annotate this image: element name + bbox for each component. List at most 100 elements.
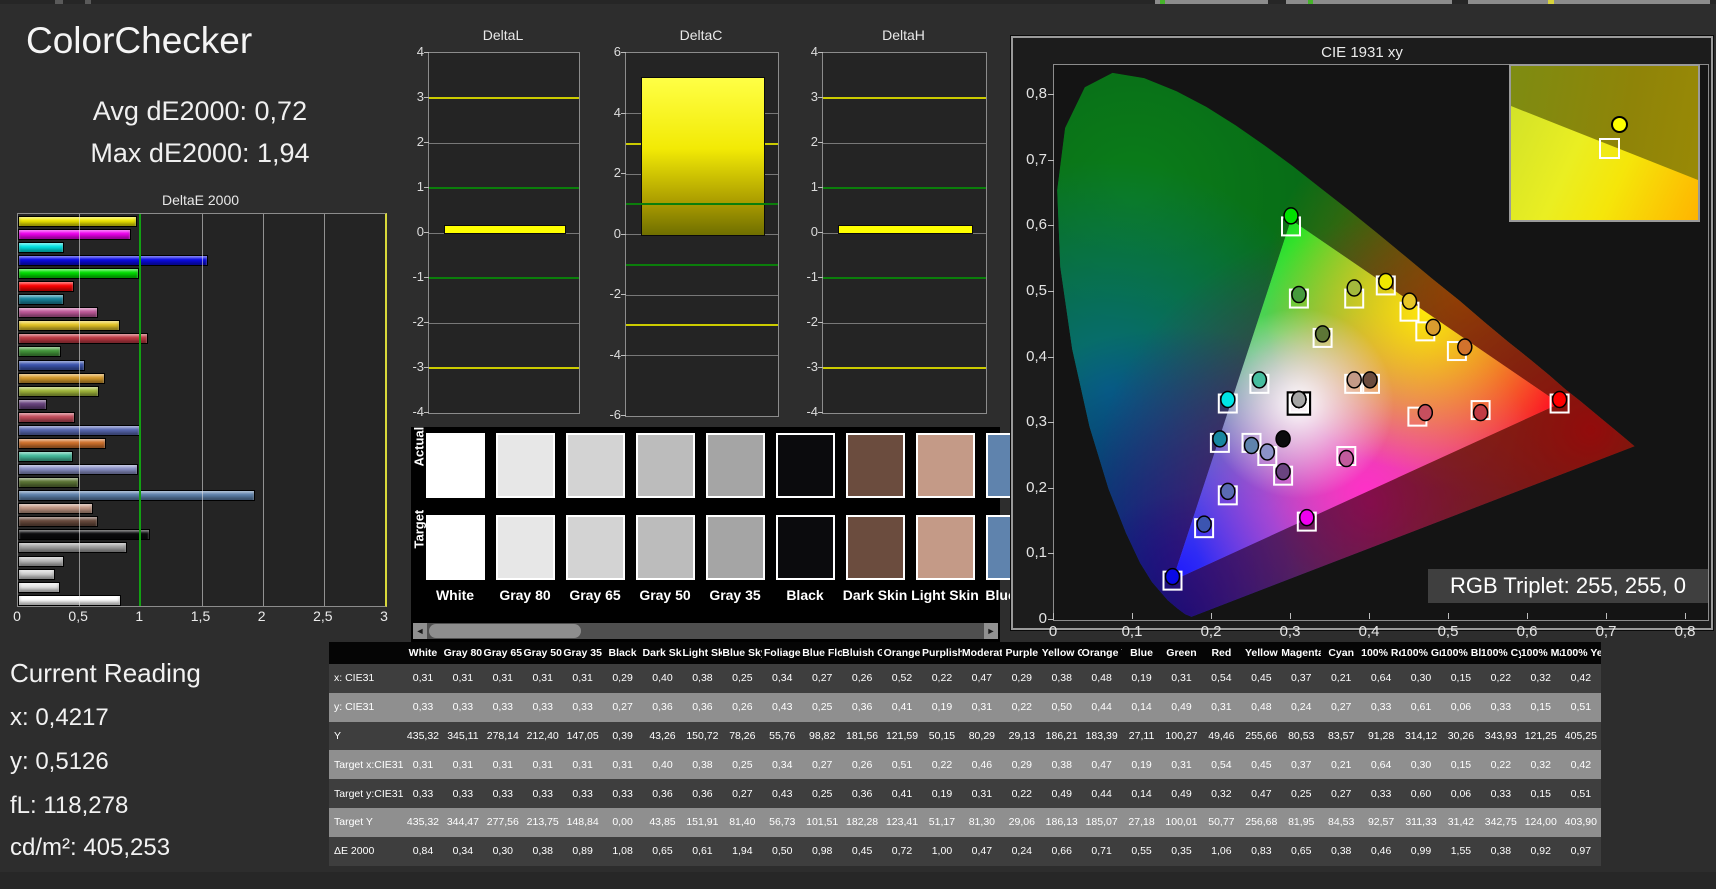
inset-measured-point [1611,116,1628,133]
column-header: 100% Green [1401,642,1441,664]
target-swatch-light-skin[interactable] [916,515,975,580]
deltae-bar-light-skin [18,503,93,514]
target-swatch-gray-35[interactable] [706,515,765,580]
target-swatch-white[interactable] [426,515,485,580]
reading-fl: fL: 118,278 [10,792,128,820]
actual-swatch-gray-50[interactable] [636,433,695,498]
cie-x-tick: 0,2 [1189,623,1233,640]
deltae-bar-white [18,595,121,606]
deltae-chart-title: DeltaE 2000 [17,192,384,208]
cie-x-tick: 0,4 [1347,623,1391,640]
row-label: x: CIE31 [329,664,403,693]
row-label: Y [329,722,403,751]
cie-y-tick: 0,8 [1015,85,1047,102]
cie-measured-point [1426,319,1440,335]
deltae-bar-100-blue [18,255,208,266]
deltaL-tick: 4 [398,44,424,59]
deltac-chart [625,52,779,417]
deltaC-tick: -4 [595,347,621,362]
cie-measured-point [1292,287,1306,303]
deltae-bar-black [18,529,150,540]
deltae-bar-green [18,346,61,357]
column-header: Blue Sky [722,642,762,664]
row-label: ΔE 2000 [329,837,403,866]
colorchecker-screen: ColorChecker Avg dE2000: 0,72 Max dE2000… [0,0,1716,889]
cie-measured-point [1458,339,1472,355]
target-swatch-black[interactable] [776,515,835,580]
cie-measured-point [1221,483,1235,499]
deltae-bar-blue [18,360,85,371]
swatch-label: Gray 80 [490,587,560,603]
deltah-chart [822,52,987,414]
cie-measured-point [1403,293,1417,309]
actual-swatch-gray-80[interactable] [496,433,555,498]
deltaH-tick: -4 [792,404,818,419]
deltae-bar-100-red [18,281,74,292]
column-header: White [403,642,443,664]
deltae-bar-orange [18,438,106,449]
table-row: Target Y435,32344,47277,56213,75148,840,… [329,808,1601,837]
scroll-left-icon[interactable]: ◄ [413,623,427,639]
deltaL-tick: -2 [398,314,424,329]
cie-measured-point [1292,392,1306,408]
page-title: ColorChecker [26,20,252,62]
cie-x-tick: 0,7 [1584,623,1628,640]
column-header: Green [1162,642,1202,664]
swatch-label: Gray 50 [630,587,700,603]
deltaH-tick: -1 [792,269,818,284]
column-header: Cyan [1321,642,1361,664]
row-label: Target x:CIE31 [329,750,403,779]
column-header: 100% Red [1361,642,1401,664]
deltaH-bar [838,225,973,234]
table-row: Target x:CIE310,310,310,310,310,310,310,… [329,750,1601,779]
rgb-triplet-readout: RGB Triplet: 255, 255, 0 [1428,569,1708,603]
swatch-label: Black [770,587,840,603]
swatch-scrollbar[interactable]: ◄ ► [413,623,998,639]
inset-target-square [1599,138,1620,159]
swatch-label: Gray 35 [700,587,770,603]
table-row: Target y:CIE310,330,330,330,330,330,330,… [329,779,1601,808]
cie-measured-point [1213,431,1227,447]
cie-measured-point [1347,280,1361,296]
deltaH-tick: -3 [792,359,818,374]
cie-measured-point [1363,372,1377,388]
actual-swatch-black[interactable] [776,433,835,498]
target-swatch-dark-skin[interactable] [846,515,905,580]
target-row-label: Target [412,529,427,549]
cie-title: CIE 1931 xy [1013,44,1711,61]
actual-swatch-gray-35[interactable] [706,433,765,498]
avg-de2000: Avg dE2000: 0,72 [20,96,380,127]
target-swatch-gray-80[interactable] [496,515,555,580]
actual-swatch-gray-65[interactable] [566,433,625,498]
target-swatch-gray-65[interactable] [566,515,625,580]
deltae-x-tick: 0 [0,608,37,624]
cie-measured-point [1379,273,1393,289]
actual-swatch-white[interactable] [426,433,485,498]
scroll-right-icon[interactable]: ► [984,623,998,639]
cie-y-tick: 0,1 [1015,544,1047,561]
deltae-bar-magenta [18,307,98,318]
actual-swatch-light-skin[interactable] [916,433,975,498]
swatch-label: White [420,587,490,603]
deltaL-bar [444,225,566,234]
target-swatch-gray-50[interactable] [636,515,695,580]
deltae-x-tick: 0,5 [58,608,98,624]
cie-x-tick: 0,3 [1268,623,1312,640]
deltae-x-tick: 1,5 [181,608,221,624]
cie-measured-point [1245,437,1259,453]
cie-y-tick: 0,2 [1015,479,1047,496]
deltac-title: DeltaC [625,27,777,43]
cie-measured-point [1166,569,1180,585]
cie-measured-point [1300,510,1314,526]
deltal-title: DeltaL [428,27,578,43]
scrollbar-thumb[interactable] [429,624,581,638]
actual-swatch-dark-skin[interactable] [846,433,905,498]
cie-x-tick: 0,5 [1426,623,1470,640]
deltaC-bar [641,77,765,236]
swatch-panel: Actual Target WhiteGray 80Gray 65Gray 50… [411,427,1000,645]
deltaC-tick: 0 [595,226,621,241]
deltae-bar-gray-50 [18,556,64,567]
max-de2000: Max dE2000: 1,94 [20,138,380,169]
deltae-x-tick: 2 [242,608,282,624]
cie-zoom-inset [1509,64,1700,222]
